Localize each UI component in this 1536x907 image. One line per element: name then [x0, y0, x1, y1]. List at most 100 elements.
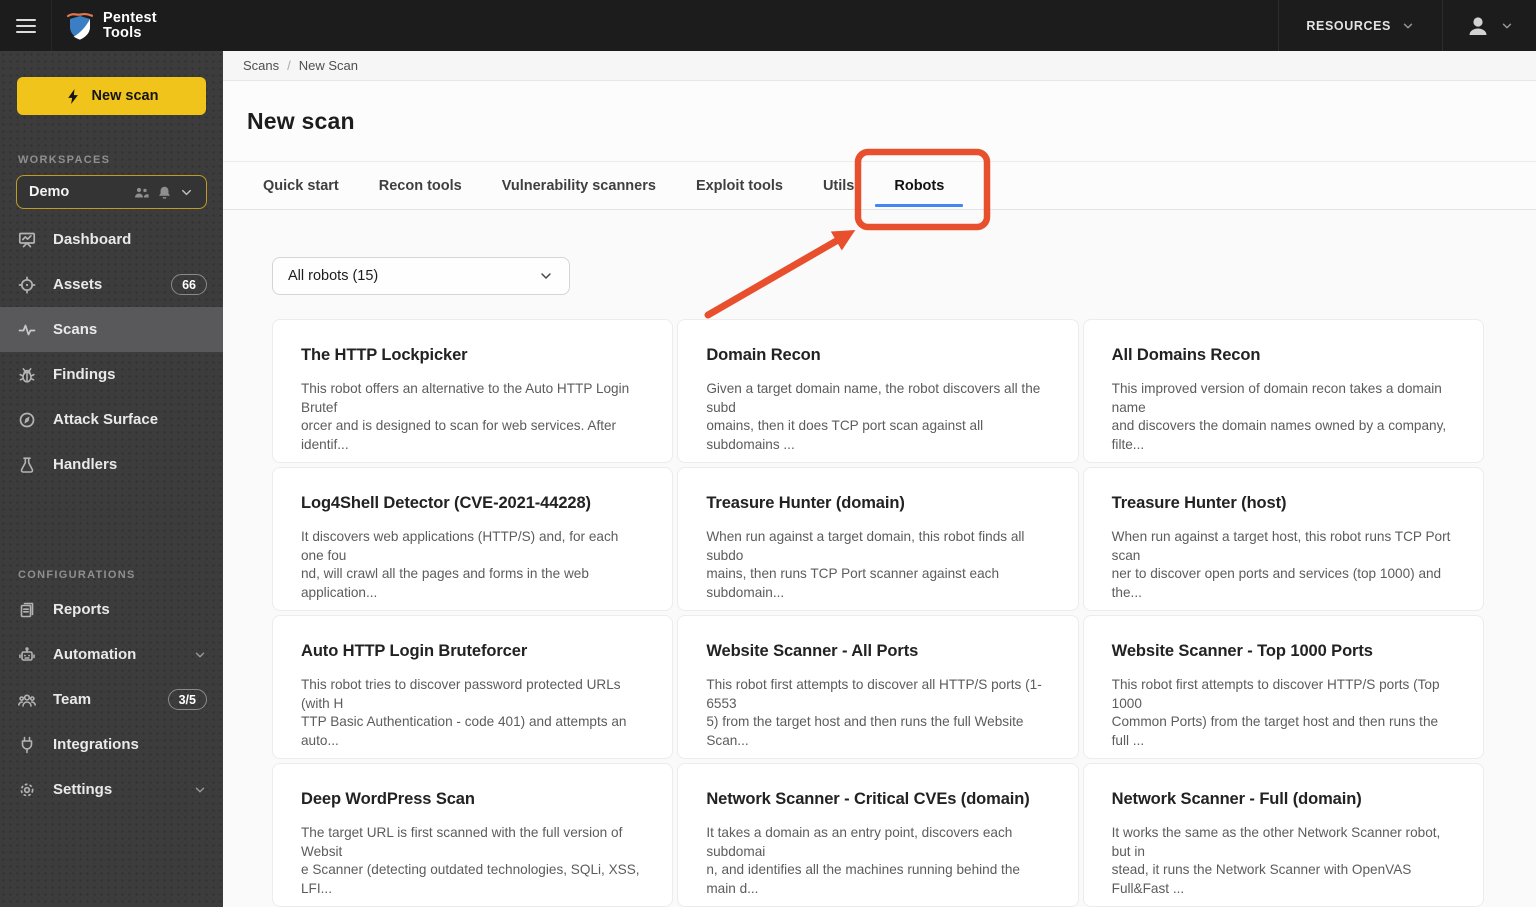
sidebar-item-integrations[interactable]: Integrations — [0, 722, 223, 767]
robot-card-title: Network Scanner - Full (domain) — [1111, 790, 1362, 808]
robot-card-title: Website Scanner - All Ports — [706, 642, 919, 660]
team-people-icon — [18, 694, 36, 707]
hamburger-menu-icon[interactable] — [0, 0, 52, 51]
robot-card[interactable]: Auto HTTP Login Bruteforcer This robot t… — [272, 615, 674, 759]
scans-pulse-icon — [18, 324, 36, 335]
automation-robot-icon — [19, 646, 35, 661]
chevron-down-icon — [541, 273, 551, 279]
sidebar-item-scans[interactable]: Scans — [0, 307, 223, 352]
chevron-down-icon — [182, 189, 191, 195]
reports-document-icon — [20, 602, 34, 617]
robot-card-grid: The HTTP Lockpicker This robot offers an… — [272, 319, 1484, 907]
configurations-section-label: CONFIGURATIONS — [18, 569, 136, 581]
robot-card-title: Website Scanner - Top 1000 Ports — [1111, 642, 1373, 660]
chevron-down-icon — [195, 652, 205, 657]
sidebar-item-attack-surface[interactable]: Attack Surface — [0, 397, 223, 442]
robot-card-description: This robot offers an alternative to the … — [301, 381, 630, 452]
members-icon — [135, 187, 149, 197]
sidebar-item-findings[interactable]: Findings — [0, 352, 223, 397]
handlers-flask-icon — [20, 456, 34, 473]
integrations-plug-icon — [21, 736, 33, 753]
robot-card[interactable]: Website Scanner - All Ports This robot f… — [677, 615, 1079, 759]
sidebar-item-reports[interactable]: Reports — [0, 587, 223, 632]
robot-card-description: It takes a domain as an entry point, dis… — [706, 825, 1020, 896]
robot-card-description: When run against a target host, this rob… — [1111, 529, 1451, 600]
tab-recon-tools[interactable]: Recon tools — [379, 162, 462, 209]
assets-count-badge: 66 — [171, 274, 207, 295]
sidebar-item-dashboard[interactable]: Dashboard — [0, 217, 223, 262]
robot-card-title: Treasure Hunter (domain) — [706, 494, 905, 512]
robot-card-description: This improved version of domain recon ta… — [1111, 381, 1447, 452]
new-scan-button[interactable]: New scan — [17, 77, 206, 115]
robot-card-title: All Domains Recon — [1111, 346, 1261, 364]
sidebar: New scan WORKSPACES Demo Dashboard Asset… — [0, 51, 223, 907]
team-count-badge: 3/5 — [167, 689, 207, 710]
chevron-down-icon — [1403, 23, 1413, 28]
robot-card-description: When run against a target domain, this r… — [706, 529, 1025, 600]
workspace-name: Demo — [29, 184, 70, 200]
robot-card-title: Auto HTTP Login Bruteforcer — [301, 642, 528, 660]
breadcrumb-separator: / — [287, 58, 291, 73]
breadcrumb-new-scan: New Scan — [298, 58, 359, 73]
robot-card[interactable]: Network Scanner - Critical CVEs (domain)… — [677, 763, 1079, 907]
resources-label: RESOURCES — [1306, 18, 1391, 33]
robot-card-description: Given a target domain name, the robot di… — [706, 381, 1041, 452]
sidebar-item-team[interactable]: Team 3/5 — [0, 677, 223, 722]
dashboard-icon — [18, 232, 36, 247]
lightning-bolt-icon — [67, 88, 78, 104]
robots-panel: All robots (15) The HTTP Lockpicker This… — [223, 210, 1536, 907]
robot-card-title: The HTTP Lockpicker — [301, 346, 468, 364]
sidebar-item-automation[interactable]: Automation — [0, 632, 223, 677]
robot-card-description: The target URL is first scanned with the… — [301, 825, 640, 896]
brand-line2: Tools — [103, 24, 142, 41]
robot-card[interactable]: Domain Recon Given a target domain name,… — [677, 319, 1079, 463]
robot-card[interactable]: Treasure Hunter (domain) When run agains… — [677, 467, 1079, 611]
title-bar: New scan — [223, 81, 1536, 162]
robot-card-title: Domain Recon — [706, 346, 821, 364]
tab-robots[interactable]: Robots — [875, 162, 964, 209]
assets-target-icon — [18, 276, 36, 293]
account-menu[interactable] — [1443, 0, 1536, 51]
user-avatar-icon — [1469, 16, 1487, 35]
tab-quick-start[interactable]: Quick start — [263, 162, 339, 209]
robot-card[interactable]: The HTTP Lockpicker This robot offers an… — [272, 319, 674, 463]
workspaces-section-label: WORKSPACES — [18, 154, 111, 166]
robots-filter-value: All robots (15) — [288, 268, 379, 284]
chevron-down-icon — [195, 787, 205, 792]
robot-card[interactable]: Log4Shell Detector (CVE-2021-44228) It d… — [272, 467, 674, 611]
resources-menu[interactable]: RESOURCES — [1278, 0, 1443, 51]
tab-utils[interactable]: Utils — [823, 162, 854, 209]
chevron-down-icon — [1502, 23, 1512, 28]
robot-card-title: Treasure Hunter (host) — [1111, 494, 1287, 512]
robot-card[interactable]: Network Scanner - Full (domain) It works… — [1082, 763, 1484, 907]
findings-bug-icon — [19, 367, 35, 383]
tab-bar: Quick start Recon tools Vulnerability sc… — [223, 162, 1536, 210]
brand-logo[interactable]: Pentest Tools — [52, 0, 157, 51]
tab-exploit-tools[interactable]: Exploit tools — [696, 162, 783, 209]
tab-vulnerability-scanners[interactable]: Vulnerability scanners — [502, 162, 656, 209]
robot-card-title: Log4Shell Detector (CVE-2021-44228) — [301, 494, 591, 512]
robot-card-description: This robot first attempts to discover al… — [706, 677, 1042, 748]
brand-line1: Pentest — [103, 9, 157, 26]
sidebar-item-settings[interactable]: Settings — [0, 767, 223, 812]
robot-card-title: Deep WordPress Scan — [301, 790, 475, 808]
robot-card-description: This robot first attempts to discover HT… — [1111, 677, 1440, 748]
sidebar-item-handlers[interactable]: Handlers — [0, 442, 223, 487]
robot-card[interactable]: All Domains Recon This improved version … — [1082, 319, 1484, 463]
page-title: New scan — [247, 107, 355, 134]
robots-filter-select[interactable]: All robots (15) — [272, 257, 570, 295]
attack-surface-compass-icon — [19, 412, 35, 427]
workspace-selector[interactable]: Demo — [16, 175, 207, 209]
robot-card[interactable]: Website Scanner - Top 1000 Ports This ro… — [1082, 615, 1484, 759]
robot-card[interactable]: Deep WordPress Scan The target URL is fi… — [272, 763, 674, 907]
robot-card-description: This robot tries to discover password pr… — [301, 677, 627, 748]
main-content: Scans / New Scan New scan Quick start Re… — [223, 51, 1536, 907]
top-header: Pentest Tools RESOURCES — [0, 0, 1536, 51]
bell-icon — [159, 186, 170, 199]
robot-card-description: It discovers web applications (HTTP/S) a… — [301, 529, 619, 600]
breadcrumb-scans[interactable]: Scans — [243, 58, 279, 73]
sidebar-item-assets[interactable]: Assets 66 — [0, 262, 223, 307]
settings-gear-icon — [20, 783, 34, 796]
robot-card[interactable]: Treasure Hunter (host) When run against … — [1082, 467, 1484, 611]
robot-card-description: It works the same as the other Network S… — [1111, 825, 1441, 896]
